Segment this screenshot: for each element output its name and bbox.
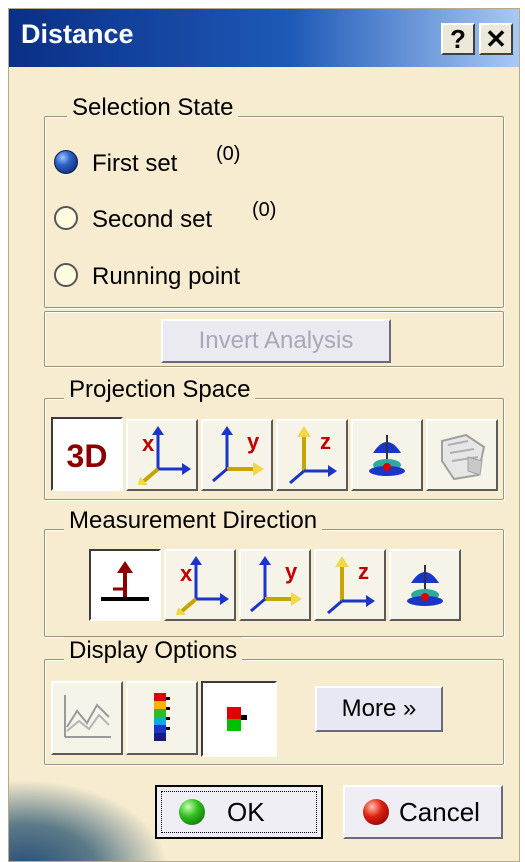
color-patch-icon bbox=[227, 707, 247, 731]
title-bar[interactable]: Distance ? ✕ bbox=[9, 9, 519, 67]
graph-icon bbox=[64, 695, 111, 738]
z-axis-icon: z bbox=[289, 426, 337, 485]
close-icon: ✕ bbox=[485, 24, 507, 54]
projection-y-button[interactable]: y bbox=[201, 419, 273, 491]
y-axis-icon: y bbox=[250, 556, 302, 613]
more-button[interactable]: More » bbox=[315, 686, 443, 732]
cancel-label: Cancel bbox=[399, 797, 480, 827]
selection-state-legend: Selection State bbox=[67, 94, 239, 122]
display-graph-button[interactable] bbox=[51, 681, 123, 755]
projection-z-button[interactable]: z bbox=[276, 419, 348, 491]
running-point-label: Running point bbox=[92, 263, 241, 290]
running-point-radio[interactable] bbox=[54, 263, 78, 287]
svg-text:z: z bbox=[358, 559, 369, 584]
second-set-radio[interactable] bbox=[54, 206, 78, 230]
measurement-planar-button[interactable] bbox=[389, 549, 461, 621]
3d-icon: 3D bbox=[67, 438, 108, 474]
projection-space-legend: Projection Space bbox=[64, 376, 256, 404]
svg-text:3D: 3D bbox=[67, 438, 108, 474]
surface-projection-icon bbox=[441, 433, 486, 481]
color-scale-icon bbox=[154, 693, 170, 741]
z-axis-icon: z bbox=[327, 556, 375, 615]
x-axis-icon: x bbox=[138, 426, 191, 485]
projection-planar-button[interactable] bbox=[351, 419, 423, 491]
help-icon: ? bbox=[450, 24, 466, 54]
svg-text:x: x bbox=[142, 431, 155, 456]
svg-text:y: y bbox=[247, 429, 260, 454]
first-set-count: (0) bbox=[216, 143, 241, 165]
svg-text:y: y bbox=[285, 559, 298, 584]
invert-analysis-button[interactable]: Invert Analysis bbox=[161, 319, 391, 363]
ok-label: OK bbox=[227, 797, 265, 827]
first-set-label: First set bbox=[92, 150, 178, 177]
planar-direction-icon bbox=[407, 565, 443, 606]
close-button[interactable]: ✕ bbox=[479, 23, 513, 55]
ok-button[interactable]: OK bbox=[155, 785, 323, 839]
second-set-count: (0) bbox=[252, 199, 277, 221]
cancel-button[interactable]: Cancel bbox=[343, 785, 503, 839]
measurement-z-button[interactable]: z bbox=[314, 549, 386, 621]
projection-surface-button[interactable] bbox=[426, 419, 498, 491]
display-color-patch-button[interactable] bbox=[201, 681, 277, 757]
help-button[interactable]: ? bbox=[441, 23, 475, 55]
distance-dialog: Distance ? ✕ Selection State First set (… bbox=[8, 8, 520, 862]
first-set-radio[interactable] bbox=[54, 150, 78, 174]
measurement-x-button[interactable]: x bbox=[164, 549, 236, 621]
svg-text:z: z bbox=[320, 429, 331, 454]
projection-3d-button[interactable]: 3D bbox=[51, 417, 123, 491]
display-color-scale-button[interactable] bbox=[126, 681, 198, 755]
display-options-legend: Display Options bbox=[64, 637, 243, 665]
ok-icon bbox=[179, 799, 205, 825]
measurement-y-button[interactable]: y bbox=[239, 549, 311, 621]
y-axis-icon: y bbox=[212, 426, 264, 483]
background-decoration bbox=[9, 779, 169, 861]
planar-projection-icon bbox=[369, 435, 405, 476]
second-set-label: Second set bbox=[92, 206, 213, 233]
measurement-normal-button[interactable] bbox=[89, 549, 161, 621]
cancel-icon bbox=[363, 799, 389, 825]
svg-text:x: x bbox=[180, 561, 193, 586]
window-title: Distance bbox=[21, 19, 134, 49]
normal-direction-icon bbox=[101, 561, 149, 601]
projection-x-button[interactable]: x bbox=[126, 419, 198, 491]
measurement-direction-legend: Measurement Direction bbox=[64, 507, 323, 535]
x-axis-icon: x bbox=[176, 556, 229, 615]
